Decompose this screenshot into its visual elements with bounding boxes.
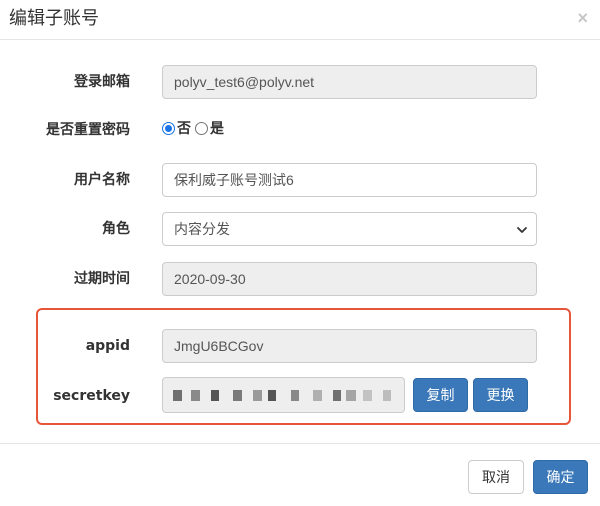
expiry-field: 2020-09-30: [162, 262, 537, 296]
mask-block: [268, 390, 276, 401]
mask-block: [211, 390, 219, 401]
cancel-button[interactable]: 取消: [468, 460, 524, 494]
close-icon[interactable]: ×: [577, 9, 588, 27]
expiry-label: 过期时间: [74, 271, 130, 287]
modal-header: 编辑子账号 ×: [0, 0, 600, 40]
role-selected-value: 内容分发: [174, 221, 230, 237]
radio-no[interactable]: [162, 121, 175, 135]
radio-yes-label: 是: [210, 121, 224, 137]
mask-block: [313, 390, 322, 401]
chevron-down-icon: [517, 227, 527, 233]
mask-block: [333, 390, 341, 401]
copy-secretkey-button[interactable]: 复制: [413, 378, 468, 412]
secretkey-label: secretkey: [53, 388, 130, 404]
change-secretkey-button[interactable]: 更换: [473, 378, 528, 412]
radio-yes[interactable]: [195, 121, 208, 135]
mask-block: [173, 390, 182, 401]
modal-title: 编辑子账号: [9, 8, 99, 29]
mask-block: [191, 390, 200, 401]
username-input[interactable]: 保利威子账号测试6: [162, 163, 537, 197]
mask-block: [233, 390, 242, 401]
reset-password-radio-group: 否 是: [162, 118, 228, 138]
mask-block: [253, 390, 262, 401]
username-label: 用户名称: [74, 172, 130, 188]
mask-block: [363, 390, 372, 401]
email-field: polyv_test6@polyv.net: [162, 65, 537, 99]
radio-no-label: 否: [177, 121, 191, 137]
appid-field: JmgU6BCGov: [162, 329, 537, 363]
confirm-button[interactable]: 确定: [533, 460, 588, 494]
reset-password-label: 是否重置密码: [46, 122, 130, 138]
role-label: 角色: [102, 221, 130, 237]
mask-block: [383, 390, 391, 401]
modal-footer-divider: [0, 443, 600, 444]
email-label: 登录邮箱: [74, 74, 130, 90]
secretkey-field-masked: [162, 377, 405, 413]
edit-subaccount-modal: 编辑子账号 × 登录邮箱 polyv_test6@polyv.net 是否重置密…: [0, 0, 600, 506]
mask-block: [346, 390, 356, 401]
role-select[interactable]: 内容分发: [162, 212, 537, 246]
appid-label: appid: [85, 338, 130, 354]
mask-block: [291, 390, 299, 401]
